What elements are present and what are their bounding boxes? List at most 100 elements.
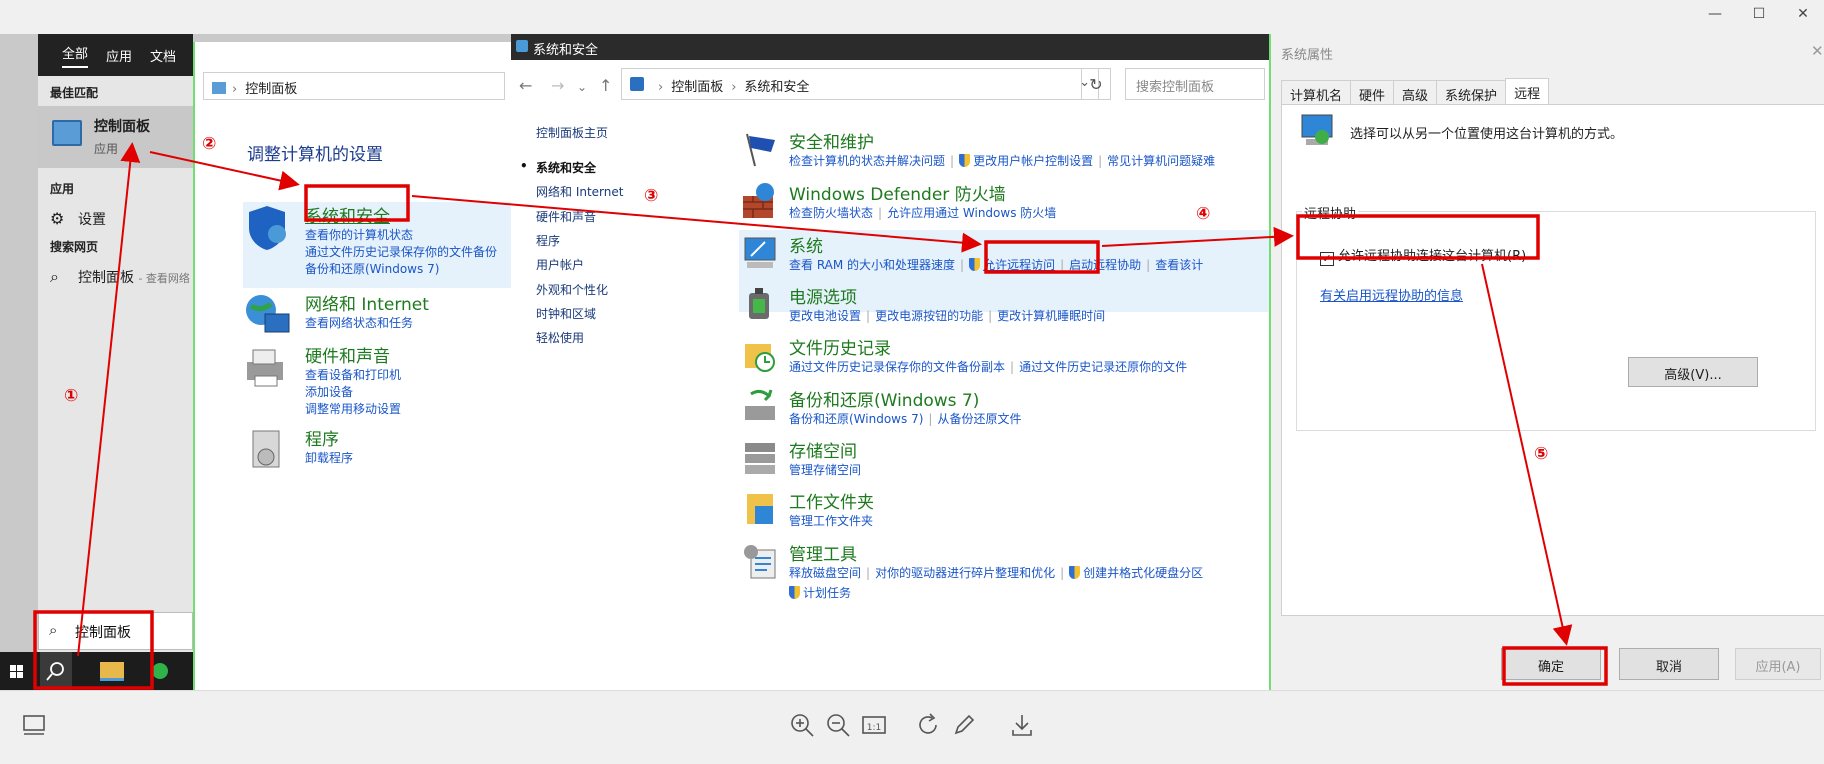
minimize-icon[interactable]: —	[1698, 6, 1732, 22]
search-input[interactable]: 控制面板	[75, 622, 131, 642]
category-link[interactable]: 查看你的计算机状态	[305, 226, 413, 243]
cancel-button[interactable]: 取消	[1619, 648, 1719, 680]
rotate-icon[interactable]	[914, 711, 942, 739]
allow-remote-assistance-checkbox[interactable]: ✓ 允许远程协助连接这台计算机(R)	[1320, 245, 1526, 266]
ss-address-bar[interactable]: › 控制面板 › 系统和安全 ⌄	[621, 68, 1099, 100]
maximize-icon[interactable]: ☐	[1742, 6, 1776, 22]
close-icon[interactable]: ✕	[1786, 6, 1820, 22]
tab-docs[interactable]: 文档	[150, 46, 176, 65]
up-arrow-icon[interactable]: ↑	[599, 76, 612, 95]
section-title[interactable]: 工作文件夹	[789, 488, 874, 513]
sidebar-item[interactable]: 用户帐户	[536, 256, 584, 273]
sidebar-item[interactable]: 硬件和声音	[536, 208, 596, 225]
section-link[interactable]: 启动远程协助	[1069, 258, 1141, 272]
tab-computer-name[interactable]: 计算机名	[1281, 80, 1352, 104]
thumbnail-icon[interactable]	[20, 711, 48, 739]
step-5-label: ⑤	[1534, 444, 1549, 464]
section-title[interactable]: 电源选项	[789, 283, 857, 308]
windows-start-icon[interactable]	[10, 665, 23, 678]
zoom-out-icon[interactable]	[824, 711, 852, 739]
section-link[interactable]: 通过文件历史记录保存你的文件备份副本	[789, 360, 1005, 374]
category-title[interactable]: 网络和 Internet	[305, 290, 429, 315]
allow-remote-access-link[interactable]: 允许远程访问	[983, 258, 1055, 272]
section-title[interactable]: 系统	[789, 232, 823, 257]
tab-remote[interactable]: 远程	[1505, 78, 1550, 104]
tab-hardware[interactable]: 硬件	[1350, 80, 1395, 104]
tab-all[interactable]: 全部	[62, 43, 89, 68]
section-link[interactable]: 对你的驱动器进行碎片整理和优化	[875, 566, 1055, 580]
category-link[interactable]: 卸载程序	[305, 449, 353, 466]
section-link[interactable]: 创建并格式化硬盘分区	[1083, 566, 1203, 580]
section-title[interactable]: Windows Defender 防火墙	[789, 180, 1006, 205]
section-link[interactable]: 查看该计	[1155, 258, 1203, 272]
sidebar-item[interactable]: 外观和个性化	[536, 281, 608, 298]
search-taskbar-button[interactable]	[40, 652, 72, 690]
section-link[interactable]: 计划任务	[803, 586, 851, 600]
best-match-control-panel[interactable]: 控制面板 应用	[38, 106, 193, 168]
category-title[interactable]: 程序	[305, 425, 339, 450]
settings-item[interactable]: ⚙ 设置	[38, 202, 193, 234]
back-arrow-icon[interactable]: ←	[519, 76, 532, 95]
control-panel-window: › 控制面板 调整计算机的设置 系统和安全 查看你的计算机状态 通过文件历史记录保…	[193, 42, 515, 690]
actual-size-icon[interactable]: 1:1	[860, 711, 888, 739]
wechat-icon[interactable]	[152, 663, 168, 679]
section-link[interactable]: 更改电池设置	[789, 309, 861, 323]
category-title[interactable]: 系统和安全	[305, 202, 390, 227]
tab-apps[interactable]: 应用	[106, 46, 132, 65]
section-link[interactable]: 管理存储空间	[789, 461, 861, 478]
section-link[interactable]: 备份和还原(Windows 7)	[789, 412, 923, 426]
category-link[interactable]: 通过文件历史记录保存你的文件备份	[305, 243, 497, 260]
system-properties-dialog: 系统属性 ✕ 计算机名 硬件 高级 系统保护 远程 选择可以从另一个位置使用这台…	[1269, 34, 1824, 690]
advanced-button[interactable]: 高级(V)...	[1628, 357, 1758, 387]
chevron-down-icon[interactable]: ⌄	[577, 80, 587, 94]
tab-system-protection[interactable]: 系统保护	[1436, 80, 1507, 104]
section-link[interactable]: 允许应用通过 Windows 防火墙	[887, 206, 1056, 220]
settings-label: 设置	[78, 212, 106, 228]
category-link[interactable]: 查看设备和打印机	[305, 366, 401, 383]
section-title[interactable]: 文件历史记录	[789, 334, 891, 359]
remote-assistance-info-link[interactable]: 有关启用远程协助的信息	[1320, 285, 1463, 304]
sidebar-item[interactable]: 控制面板主页	[536, 124, 608, 141]
tab-advanced[interactable]: 高级	[1393, 80, 1438, 104]
folder-icon[interactable]	[100, 662, 124, 680]
sidebar-item-current[interactable]: • 系统和安全	[520, 159, 596, 176]
section-link[interactable]: 更改用户帐户控制设置	[973, 154, 1093, 168]
close-icon[interactable]: ✕	[1811, 42, 1824, 60]
section-link[interactable]: 更改计算机睡眠时间	[997, 309, 1105, 323]
section-link[interactable]: 查看 RAM 的大小和处理器速度	[789, 258, 955, 272]
forward-arrow-icon[interactable]: →	[551, 76, 564, 95]
section-title[interactable]: 存储空间	[789, 437, 857, 462]
section-link[interactable]: 检查防火墙状态	[789, 206, 873, 220]
ok-button[interactable]: 确定	[1501, 648, 1601, 680]
edit-pencil-icon[interactable]	[950, 711, 978, 739]
web-result-item[interactable]: ⌕ 控制面板 - 查看网络	[38, 260, 193, 292]
section-link[interactable]: 管理工作文件夹	[789, 512, 873, 529]
section-link[interactable]: 通过文件历史记录还原你的文件	[1019, 360, 1187, 374]
sidebar-item[interactable]: 轻松使用	[536, 329, 584, 346]
apply-button[interactable]: 应用(A)	[1735, 648, 1821, 680]
breadcrumb-item[interactable]: 控制面板	[671, 80, 723, 95]
sidebar-item[interactable]: 网络和 Internet	[536, 183, 623, 200]
category-link[interactable]: 备份和还原(Windows 7)	[305, 260, 439, 277]
category-link[interactable]: 添加设备	[305, 383, 353, 400]
search-box[interactable]: ⌕ 控制面板	[38, 612, 193, 650]
download-icon[interactable]	[1008, 711, 1036, 739]
refresh-icon[interactable]: ↻	[1081, 68, 1111, 100]
cp-address-bar[interactable]: › 控制面板	[203, 72, 505, 100]
section-link[interactable]: 更改电源按钮的功能	[875, 309, 983, 323]
section-title[interactable]: 管理工具	[789, 540, 857, 565]
section-title[interactable]: 安全和维护	[789, 128, 874, 153]
section-link[interactable]: 检查计算机的状态并解决问题	[789, 154, 945, 168]
section-link[interactable]: 从备份还原文件	[937, 412, 1021, 426]
sidebar-item[interactable]: 时钟和区域	[536, 305, 596, 322]
zoom-in-icon[interactable]	[788, 711, 816, 739]
category-link[interactable]: 查看网络状态和任务	[305, 314, 413, 331]
section-link[interactable]: 常见计算机问题疑难	[1107, 154, 1215, 168]
category-link[interactable]: 调整常用移动设置	[305, 400, 401, 417]
breadcrumb-item[interactable]: 系统和安全	[744, 80, 809, 95]
ss-search-input[interactable]: 搜索控制面板	[1125, 68, 1265, 100]
category-title[interactable]: 硬件和声音	[305, 342, 390, 367]
sidebar-item[interactable]: 程序	[536, 232, 560, 249]
section-link[interactable]: 释放磁盘空间	[789, 566, 861, 580]
section-title[interactable]: 备份和还原(Windows 7)	[789, 386, 979, 411]
